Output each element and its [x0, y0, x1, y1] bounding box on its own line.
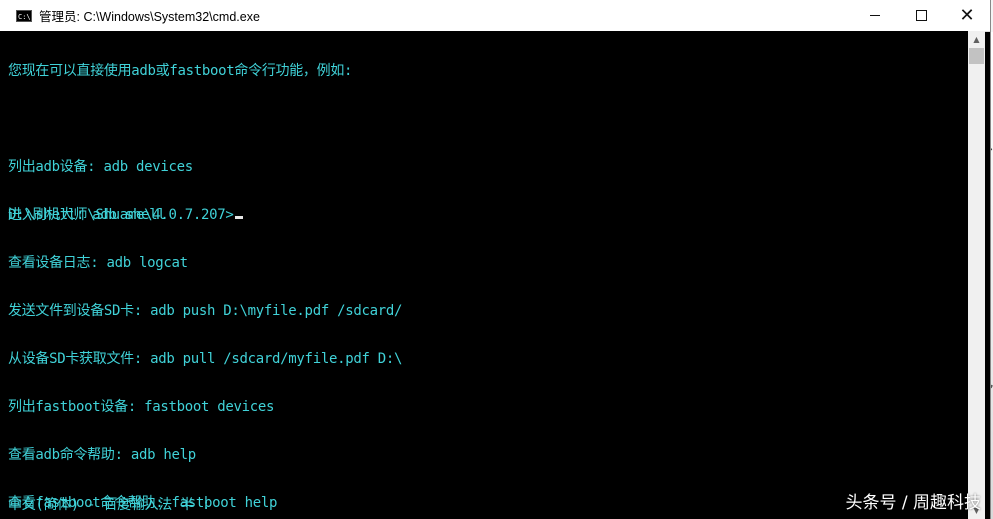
- scroll-up-button[interactable]: ▲: [968, 31, 985, 48]
- scroll-thumb[interactable]: [969, 48, 984, 64]
- console-line: 列出adb设备: adb devices: [8, 159, 193, 175]
- window-controls: ✕: [852, 0, 990, 31]
- title-bar[interactable]: C:\ 管理员: C:\Windows\System32\cmd.exe ✕: [0, 0, 990, 32]
- close-button[interactable]: ✕: [944, 0, 990, 31]
- watermark: 头条号 / 周趣科技: [845, 493, 981, 513]
- text-cursor: [234, 216, 243, 219]
- console-line: 发送文件到设备SD卡: adb push D:\myfile.pdf /sdca…: [8, 303, 403, 319]
- console-line: 查看adb命令帮助: adb help: [8, 447, 196, 463]
- command-prompt[interactable]: D:\刷机大师\Shuame\4.0.7.207>: [8, 207, 243, 223]
- cmd-window[interactable]: C:\ 管理员: C:\Windows\System32\cmd.exe ✕ 您…: [0, 0, 991, 519]
- minimize-icon: [870, 15, 880, 16]
- vertical-scrollbar[interactable]: ▲ ▼: [968, 31, 985, 519]
- console-line: 从设备SD卡获取文件: adb pull /sdcard/myfile.pdf …: [8, 351, 403, 367]
- arrow-up-icon: ▲: [973, 35, 980, 44]
- close-icon: ✕: [959, 4, 975, 26]
- console-lines: 您现在可以直接使用adb或fastboot命令行功能，例如: 列出adb设备: …: [8, 31, 402, 519]
- maximize-button[interactable]: [898, 0, 944, 31]
- console-output[interactable]: 您现在可以直接使用adb或fastboot命令行功能，例如: 列出adb设备: …: [0, 31, 968, 519]
- console-line: 查看设备日志: adb logcat: [8, 255, 188, 271]
- maximize-icon: [915, 10, 927, 21]
- console-line: 您现在可以直接使用adb或fastboot命令行功能，例如:: [8, 63, 353, 79]
- console-line: 列出fastboot设备: fastboot devices: [8, 399, 275, 415]
- minimize-button[interactable]: [852, 0, 898, 31]
- ime-status-bar: 中文(简体) - 百度输入法 半 :: [8, 497, 211, 513]
- prompt-path: D:\刷机大师\Shuame\4.0.7.207>: [8, 207, 234, 223]
- cmd-app-icon[interactable]: C:\: [16, 9, 32, 22]
- window-title: 管理员: C:\Windows\System32\cmd.exe: [39, 10, 260, 24]
